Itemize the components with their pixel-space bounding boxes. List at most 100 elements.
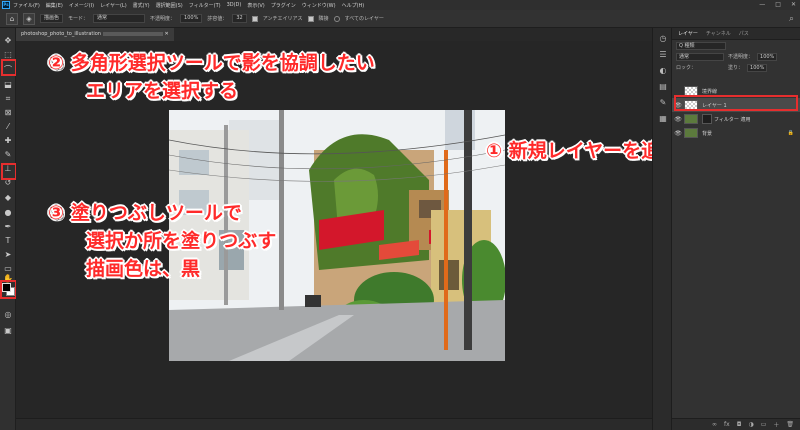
layers-filter-row: Q 種類: [672, 40, 800, 51]
menu-filter[interactable]: フィルター(T): [189, 2, 221, 9]
mode-label: モード：: [68, 16, 89, 22]
object-selection-tool-icon[interactable]: ⬓: [3, 80, 13, 90]
menu-plugins[interactable]: プラグイン: [271, 2, 296, 9]
lock-label: ロック：: [676, 65, 697, 71]
fill-source-select[interactable]: 描画色: [40, 14, 64, 23]
layer-row-filter[interactable]: 👁 フィルター 適用: [672, 112, 800, 126]
layers-panel-tabs: レイヤー チャンネル パス: [672, 28, 800, 40]
antialias-label: アンチエイリアス: [262, 16, 303, 22]
layer-thumbnail: [684, 128, 698, 138]
menu-type[interactable]: 書式(Y): [133, 2, 150, 9]
blur-tool-icon[interactable]: ●: [3, 208, 13, 218]
tolerance-label: 許容値：: [207, 16, 228, 22]
tab-layers[interactable]: レイヤー: [678, 30, 698, 37]
layers-blend-row: 通常 不透明度： 100%: [672, 51, 800, 62]
eyedropper-tool-icon[interactable]: ⁄: [3, 122, 13, 132]
photoshop-logo: Ps: [2, 1, 10, 9]
type-tool-icon[interactable]: T: [3, 236, 13, 246]
screen-mode-icon[interactable]: ▣: [3, 326, 13, 336]
polygonal-lasso-highlight: [1, 59, 17, 76]
search-icon[interactable]: ⌕: [789, 14, 794, 24]
foreground-color-swatch[interactable]: [2, 283, 11, 292]
all-layers-checkbox[interactable]: [333, 15, 340, 22]
maximize-button[interactable]: □: [775, 1, 781, 8]
menu-edit[interactable]: 編集(E): [46, 2, 63, 9]
menu-select[interactable]: 選択範囲(S): [156, 2, 183, 9]
delete-layer-icon[interactable]: 🗑: [786, 421, 794, 428]
adjustments-panel-icon[interactable]: ◐: [658, 66, 668, 76]
minimize-button[interactable]: —: [759, 1, 765, 8]
add-mask-icon[interactable]: ◘: [737, 421, 742, 428]
adjustment-layer-icon[interactable]: ◑: [748, 421, 753, 428]
menu-window[interactable]: ウィンドウ(W): [302, 2, 336, 9]
contiguous-label: 隣接: [318, 16, 329, 22]
annotation-step-2-line-1: ② 多角形選択ツールで影を協調したい: [48, 52, 375, 74]
move-tool-icon[interactable]: ✥: [3, 36, 13, 46]
layer-opacity-label: 不透明度：: [728, 54, 754, 60]
frame-tool-icon[interactable]: ⊠: [3, 108, 13, 118]
menu-bar: Ps ファイル(F) 編集(E) イメージ(I) レイヤー(L) 書式(Y) 選…: [0, 0, 800, 10]
annotation-step-3-line-3: 描画色は、黒: [86, 258, 201, 280]
layer-thumbnail: [684, 114, 698, 124]
layer-opacity-input[interactable]: 100%: [757, 52, 778, 61]
layers-panel: レイヤー チャンネル パス Q 種類 通常 不透明度： 100% ロック： 塗り…: [672, 28, 800, 430]
menu-file[interactable]: ファイル(F): [13, 2, 40, 9]
status-bar: [16, 418, 652, 430]
paint-bucket-tool-icon[interactable]: ◆: [3, 193, 13, 203]
fx-icon[interactable]: fx: [724, 421, 730, 428]
layer-name: 境界線: [702, 88, 718, 95]
close-button[interactable]: ✕: [791, 1, 796, 8]
link-layers-icon[interactable]: ∞: [712, 421, 717, 428]
blend-mode-select[interactable]: 通常: [93, 14, 146, 23]
layers-lock-row: ロック： 塗り： 100%: [672, 62, 800, 73]
healing-brush-tool-icon[interactable]: ✚: [3, 136, 13, 146]
annotation-step-3-line-1: ③ 塗りつぶしツールで: [48, 202, 242, 224]
tab-channels[interactable]: チャンネル: [706, 30, 731, 37]
menu-layer[interactable]: レイヤー(L): [100, 2, 127, 9]
swatches-panel-icon[interactable]: ▦: [658, 114, 668, 124]
new-group-icon[interactable]: ▭: [761, 421, 767, 428]
properties-panel-icon[interactable]: ☰: [658, 50, 668, 60]
layer-fill-input[interactable]: 100%: [747, 63, 768, 72]
panel-dock: ◷ ☰ ◐ ▤ ✎ ▦: [652, 28, 672, 430]
menu-view[interactable]: 表示(V): [247, 2, 264, 9]
layer-kind-filter[interactable]: Q 種類: [676, 41, 726, 50]
brush-tool-icon[interactable]: ✎: [3, 150, 13, 160]
eye-icon[interactable]: 👁: [672, 116, 684, 123]
history-panel-icon[interactable]: ◷: [658, 34, 668, 44]
layer-row-background[interactable]: 👁 背景 🔒: [672, 126, 800, 140]
menu-3d[interactable]: 3D(D): [227, 2, 242, 8]
home-icon[interactable]: ⌂: [6, 12, 18, 25]
opacity-input[interactable]: 100%: [180, 14, 203, 23]
menu-image[interactable]: イメージ(I): [69, 2, 94, 9]
all-layers-label: すべてのレイヤー: [344, 16, 384, 22]
annotation-step-2-line-2: エリアを選択する: [86, 80, 239, 102]
layer-blend-mode-select[interactable]: 通常: [676, 52, 724, 61]
tools-panel: ✥ ⬚ ⌒ ⬓ ⌗ ⊠ ⁄ ✚ ✎ ⊥ ↺ ◆ ● ✒ T ➤ ▭ ✋ ◎ ▣: [0, 28, 16, 430]
contiguous-checkbox[interactable]: [307, 15, 314, 22]
crop-tool-icon[interactable]: ⌗: [3, 94, 13, 104]
lock-icon: 🔒: [787, 130, 794, 136]
options-bar: ⌂ ◈ 描画色 モード： 通常 不透明度： 100% 許容値： 32 アンチエイ…: [0, 10, 800, 28]
paint-bucket-highlight: [1, 163, 17, 180]
pen-tool-icon[interactable]: ✒: [3, 222, 13, 232]
rectangle-tool-icon[interactable]: ▭: [3, 264, 13, 274]
document-tab-info: [102, 31, 163, 36]
paint-bucket-preset-icon[interactable]: ◈: [23, 12, 35, 25]
libraries-panel-icon[interactable]: ▤: [658, 82, 668, 92]
eye-icon[interactable]: 👁: [672, 130, 684, 137]
document-tabs: photoshop_photo_to_illustration ✕: [16, 28, 652, 41]
antialias-checkbox[interactable]: [251, 15, 258, 22]
tolerance-input[interactable]: 32: [232, 14, 247, 23]
layer-name: 背景: [702, 130, 713, 137]
document-tab[interactable]: photoshop_photo_to_illustration ✕: [16, 28, 174, 41]
new-layer-highlight: [674, 95, 798, 111]
fill-label: 塗り：: [728, 65, 744, 71]
menu-help[interactable]: ヘルプ(H): [342, 2, 365, 9]
annotation-step-3-line-2: 選択か所を塗りつぶす: [86, 230, 277, 252]
tab-paths[interactable]: パス: [739, 30, 749, 37]
brushes-panel-icon[interactable]: ✎: [658, 98, 668, 108]
quick-mask-icon[interactable]: ◎: [3, 310, 13, 320]
filter-mask-thumbnail: [702, 114, 712, 124]
new-layer-icon[interactable]: ＋: [773, 420, 779, 429]
